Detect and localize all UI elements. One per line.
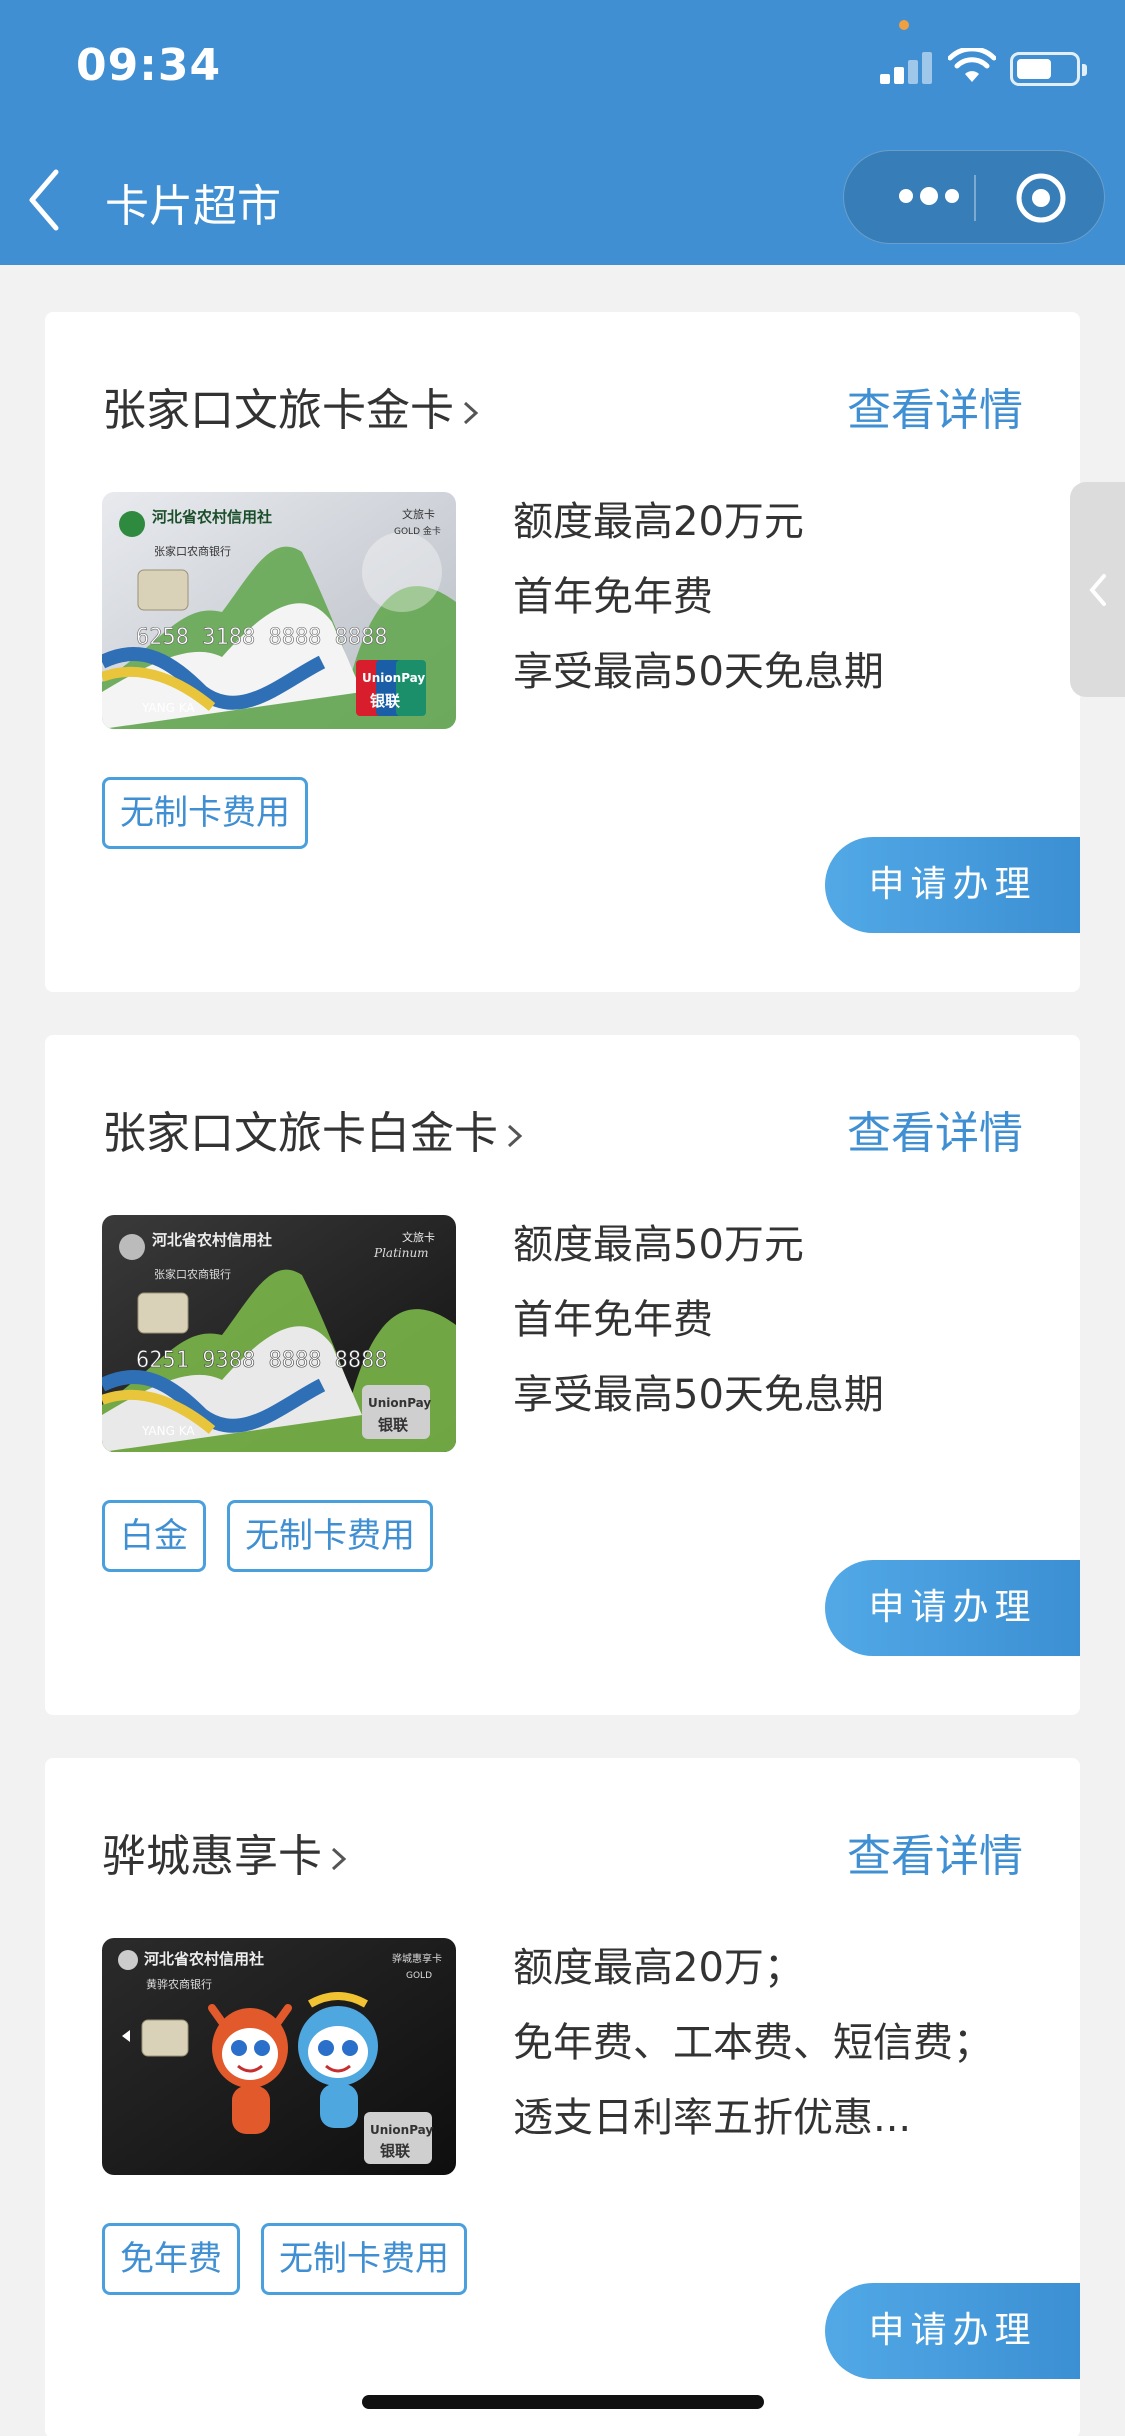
benefit-item: 享受最高50天免息期 [513, 1372, 884, 1418]
cellular-signal-icon [880, 52, 934, 84]
chip-icon [137, 1292, 189, 1334]
feature-tag: 白金 [102, 1500, 206, 1572]
card-branch: 张家口农商银行 [154, 544, 231, 558]
privacy-indicator-dot [899, 20, 909, 30]
home-indicator[interactable] [362, 2395, 764, 2409]
svg-text:UnionPay: UnionPay [368, 1396, 431, 1410]
benefit-item: 免年费、工本费、短信费； [513, 2020, 993, 2066]
card-title: 张家口文旅卡白金卡 [102, 1108, 498, 1159]
benefit-item: 享受最高50天免息期 [513, 649, 884, 695]
more-icon[interactable] [884, 171, 984, 221]
view-details-link[interactable]: 查看详情 [847, 374, 1023, 438]
card-title: 骅城惠享卡 [102, 1831, 322, 1882]
card-tier-label: GOLD 金卡 [394, 525, 441, 537]
tag-list: 白金 无制卡费用 [102, 1500, 433, 1572]
benefits-list: 额度最高20万； 免年费、工本费、短信费； 透支日利率五折优惠... [513, 1938, 993, 2163]
card-type-label: 文旅卡 [402, 1230, 435, 1244]
feature-tag: 免年费 [102, 2223, 240, 2295]
card-image[interactable]: 河北省农村信用社 张家口农商银行 文旅卡 Platinum 6251 9388 … [102, 1215, 456, 1452]
view-details-link[interactable]: 查看详情 [847, 1097, 1023, 1161]
feature-tag: 无制卡费用 [102, 777, 308, 849]
credit-card-item: 张家口文旅卡白金卡 查看详情 河北省农村信用社 张家口农商银行 文旅卡 Plat… [45, 1035, 1080, 1715]
chip-icon [141, 2019, 189, 2057]
card-title-link[interactable]: 张家口文旅卡白金卡 [102, 1097, 526, 1161]
benefit-item: 额度最高20万； [513, 1945, 804, 1991]
svg-text:UnionPay: UnionPay [362, 671, 425, 685]
card-image[interactable]: 河北省农村信用社 黄骅农商银行 骅城惠享卡 GOLD UnionPay 银联 [102, 1938, 456, 2175]
chevron-right-icon [331, 1847, 347, 1871]
capsule-divider [974, 175, 976, 221]
apply-button[interactable]: 申请办理 [825, 2283, 1080, 2379]
card-branch: 张家口农商银行 [154, 1267, 231, 1281]
chip-icon [137, 569, 189, 611]
battery-icon [1010, 52, 1087, 86]
card-title-link[interactable]: 张家口文旅卡金卡 [102, 374, 482, 438]
chevron-left-icon [1089, 574, 1106, 606]
card-title-link[interactable]: 骅城惠享卡 [102, 1820, 350, 1884]
tag-list: 免年费 无制卡费用 [102, 2223, 467, 2295]
benefits-list: 额度最高20万元 首年免年费 享受最高50天免息期 [513, 492, 884, 717]
svg-text:UnionPay: UnionPay [370, 2123, 433, 2137]
benefit-item: 透支日利率五折优惠... [513, 2095, 912, 2141]
back-arrow-icon[interactable] [20, 160, 70, 240]
wifi-icon [948, 48, 996, 82]
card-branch: 黄骅农商银行 [146, 1977, 212, 1991]
chevron-right-icon [507, 1124, 523, 1148]
benefit-item: 额度最高20万元 [513, 499, 804, 545]
unionpay-logo: UnionPay 银联 [362, 1385, 431, 1439]
card-holder: YANG KA [141, 701, 195, 715]
card-tier-label: GOLD [406, 1971, 432, 1981]
view-details-link[interactable]: 查看详情 [847, 1820, 1023, 1884]
card-bank-name: 河北省农村信用社 [144, 1950, 264, 1968]
close-target-icon[interactable] [1014, 171, 1068, 225]
apply-button[interactable]: 申请办理 [825, 1560, 1080, 1656]
page-title: 卡片超市 [105, 181, 281, 232]
svg-text:银联: 银联 [378, 1416, 409, 1434]
card-tier-label: Platinum [373, 1246, 429, 1260]
chevron-right-icon [463, 401, 479, 425]
credit-card-item: 张家口文旅卡金卡 查看详情 河北省农村信用社 张家口农商银行 文旅卡 GOLD … [45, 312, 1080, 992]
card-bank-name: 河北省农村信用社 [152, 1231, 272, 1249]
mini-program-capsule [843, 150, 1105, 244]
card-title: 张家口文旅卡金卡 [102, 385, 454, 436]
status-time: 09:34 [76, 40, 222, 91]
apply-button[interactable]: 申请办理 [825, 837, 1080, 933]
benefits-list: 额度最高50万元 首年免年费 享受最高50天免息期 [513, 1215, 884, 1440]
side-drawer-tab[interactable] [1070, 482, 1125, 697]
card-type-label: 骅城惠享卡 [392, 1952, 442, 1965]
card-holder: YANG KA [141, 1424, 195, 1438]
svg-text:银联: 银联 [380, 2142, 411, 2160]
card-image[interactable]: 河北省农村信用社 张家口农商银行 文旅卡 GOLD 金卡 6258 3188 8… [102, 492, 456, 729]
card-type-label: 文旅卡 [402, 507, 435, 521]
top-bar: 09:34 卡片超市 [0, 0, 1125, 265]
unionpay-logo: UnionPay 银联 [364, 2112, 433, 2164]
benefit-item: 首年免年费 [513, 1297, 713, 1343]
benefit-item: 额度最高50万元 [513, 1222, 804, 1268]
card-number: 6251 9388 8888 8888 [136, 1348, 388, 1373]
feature-tag: 无制卡费用 [261, 2223, 467, 2295]
card-bank-name: 河北省农村信用社 [152, 508, 272, 526]
svg-text:银联: 银联 [370, 692, 401, 710]
tag-list: 无制卡费用 [102, 777, 308, 849]
card-number: 6258 3188 8888 8888 [136, 625, 388, 650]
credit-card-item: 骅城惠享卡 查看详情 河北省农村信用社 黄骅农商银行 骅城惠享卡 GOLD Un… [45, 1758, 1080, 2436]
feature-tag: 无制卡费用 [227, 1500, 433, 1572]
unionpay-logo: UnionPay 银联 [356, 660, 426, 716]
benefit-item: 首年免年费 [513, 574, 713, 620]
